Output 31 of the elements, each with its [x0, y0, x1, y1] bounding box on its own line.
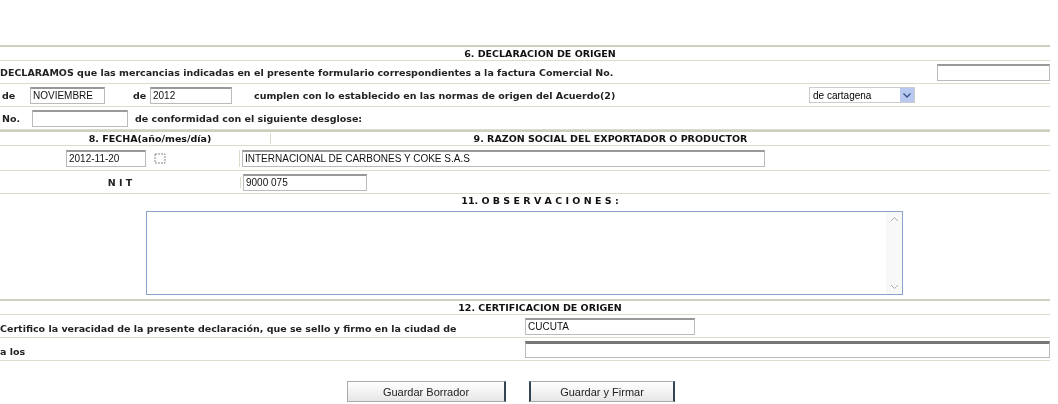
number-field[interactable]	[32, 109, 128, 127]
scrollbar[interactable]	[886, 212, 902, 294]
month-field[interactable]: NOVIEMBRE	[30, 86, 105, 104]
calendar-icon[interactable]	[154, 152, 166, 164]
section-title: 6. DECLARACION DE ORIGEN	[464, 48, 616, 59]
date-text-field[interactable]	[525, 340, 1050, 358]
observations-textarea[interactable]	[146, 211, 903, 295]
invoice-number-field[interactable]	[937, 63, 1050, 81]
declaration-text: DECLARAMOS que las mercancias indicadas en el presente formulario correspondientes a la factura Comercial No.	[0, 66, 614, 78]
date-field[interactable]: 2012-11-20	[66, 149, 146, 167]
breakdown-text: de conformidad con el siguiente desglose:	[135, 112, 363, 124]
section-title: 12. CERTIFICACION DE ORIGEN	[458, 302, 622, 313]
section-title: 9. RAZON SOCIAL DEL EXPORTADOR O PRODUCTOR	[473, 133, 748, 144]
agreement-dropdown[interactable]: de cartagena	[809, 87, 915, 103]
scroll-down-icon[interactable]	[889, 282, 899, 291]
section-title: 8. FECHA(año/mes/día)	[88, 133, 212, 144]
section-title: 11. O B S E R V A C I O N E S :	[461, 195, 619, 206]
year-label: de	[133, 89, 148, 101]
number-label: No.	[1, 112, 22, 124]
nit-field[interactable]: 9000 075	[243, 173, 367, 191]
city-field[interactable]: CUCUTA	[525, 317, 695, 335]
date-label: a los	[0, 345, 26, 357]
nit-label: N I T	[107, 176, 133, 188]
company-name-field[interactable]: INTERNACIONAL DE CARBONES Y COKE S.A.S	[242, 149, 765, 167]
scroll-up-icon[interactable]	[889, 215, 899, 224]
year-field[interactable]: 2012	[150, 86, 232, 104]
compliance-text: cumplen con lo establecido en las normas de origen del Acuerdo(2)	[254, 89, 617, 101]
month-label: de	[1, 89, 17, 101]
save-and-sign-button[interactable]: Guardar y Firmar	[529, 381, 675, 402]
certification-text: Certifico la veracidad de la presente declaración, que se sello y firmo en la ciudad de	[0, 322, 457, 334]
save-draft-button[interactable]: Guardar Borrador	[347, 381, 506, 402]
